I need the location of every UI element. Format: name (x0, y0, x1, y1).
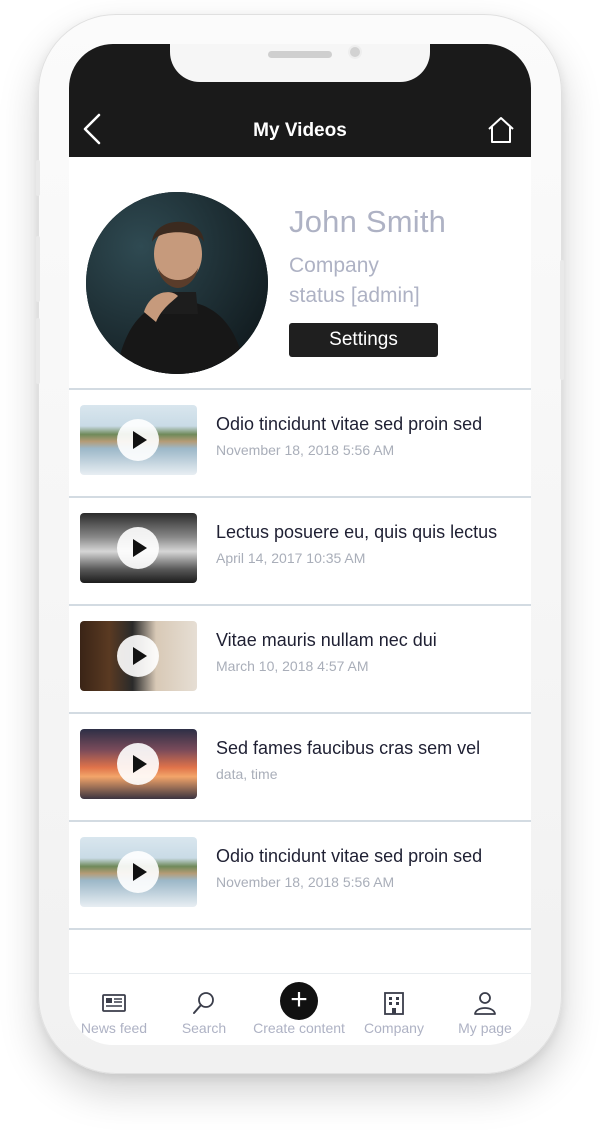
nav-label: Create content (253, 1020, 345, 1036)
settings-button[interactable]: Settings (289, 323, 438, 357)
video-title: Vitae mauris nullam nec dui (216, 630, 437, 650)
video-list-item[interactable]: Sed fames faucibus cras sem vel data, ti… (69, 714, 531, 820)
search-icon (193, 992, 214, 1014)
play-icon[interactable] (117, 635, 159, 677)
video-thumbnail (80, 621, 197, 691)
video-date: March 10, 2018 4:57 AM (216, 658, 369, 674)
nav-label: Search (181, 1020, 227, 1036)
video-date: November 18, 2018 5:56 AM (216, 874, 395, 890)
play-icon[interactable] (117, 419, 159, 461)
video-list-item[interactable]: Vitae mauris nullam nec dui March 10, 20… (69, 606, 531, 712)
nav-label: News feed (80, 1020, 148, 1036)
side-button-left-3 (36, 318, 40, 384)
video-date: November 18, 2018 5:56 AM (216, 442, 395, 458)
nav-item-search[interactable]: Search (159, 974, 249, 1045)
video-thumbnail (80, 729, 197, 799)
front-camera (348, 45, 362, 59)
nav-item-my-page[interactable]: My page (439, 974, 531, 1045)
video-title: Odio tincidunt vitae sed proin sed (216, 846, 483, 866)
profile-status: status [admin] (289, 284, 420, 307)
nav-label: Company (364, 1020, 424, 1036)
building-icon (384, 992, 404, 1015)
play-icon[interactable] (117, 527, 159, 569)
avatar-portrait-image (86, 192, 268, 374)
play-icon[interactable] (117, 743, 159, 785)
nav-item-company[interactable]: Company (349, 974, 439, 1045)
divider (69, 928, 531, 930)
nav-item-news-feed[interactable]: News feed (69, 974, 159, 1045)
avatar (86, 192, 268, 374)
phone-notch (170, 44, 430, 82)
app-screen: My Videos John Smith Company status [adm… (69, 44, 531, 1045)
home-icon[interactable] (487, 116, 515, 144)
video-title: Lectus posuere eu, quis quis lectus (216, 522, 498, 542)
bottom-nav: News feed Search + Create content Compan… (69, 973, 531, 1045)
profile-company: Company (289, 254, 379, 277)
plus-icon: + (280, 982, 318, 1020)
page-title: My Videos (253, 120, 347, 141)
video-thumbnail (80, 405, 197, 475)
newspaper-icon (102, 994, 126, 1012)
video-thumbnail (80, 837, 197, 907)
video-title: Sed fames faucibus cras sem vel (216, 738, 481, 758)
video-list: Odio tincidunt vitae sed proin sed Novem… (69, 388, 531, 930)
user-icon (474, 992, 496, 1015)
video-list-item[interactable]: Odio tincidunt vitae sed proin sed Novem… (69, 390, 531, 496)
nav-label: My page (458, 1020, 512, 1036)
video-list-item[interactable]: Odio tincidunt vitae sed proin sed Novem… (69, 822, 531, 928)
video-list-item[interactable]: Lectus posuere eu, quis quis lectus Apri… (69, 498, 531, 604)
video-date: data, time (216, 766, 278, 782)
side-button-left-1 (36, 160, 40, 196)
video-thumbnail (80, 513, 197, 583)
play-icon[interactable] (117, 851, 159, 893)
side-button-right (560, 260, 564, 380)
speaker-grille (268, 51, 332, 58)
profile-name: John Smith (289, 204, 447, 239)
video-date: April 14, 2017 10:35 AM (216, 550, 366, 566)
video-title: Odio tincidunt vitae sed proin sed (216, 414, 483, 434)
side-button-left-2 (36, 236, 40, 302)
nav-item-create-content[interactable]: + Create content (249, 974, 349, 1045)
